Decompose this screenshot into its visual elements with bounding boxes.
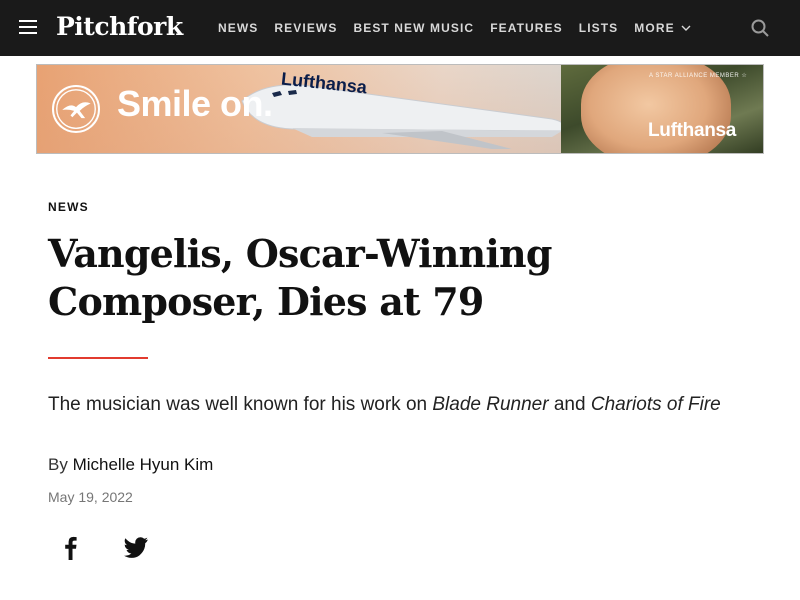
- crane-logo-icon: [52, 85, 100, 133]
- nav-item-reviews[interactable]: REVIEWS: [274, 21, 337, 35]
- facebook-icon[interactable]: [57, 533, 85, 561]
- ad-brand-wordmark: Lufthansa: [648, 120, 737, 141]
- byline: By Michelle Hyun Kim: [48, 455, 213, 475]
- article-dek: The musician was well known for his work…: [48, 394, 721, 416]
- nav-item-features[interactable]: FEATURES: [490, 21, 563, 35]
- ad-alliance-text: A STAR ALLIANCE MEMBER ☆: [649, 73, 748, 79]
- menu-icon[interactable]: [19, 20, 37, 36]
- site-logo[interactable]: Pitchfork: [56, 10, 183, 44]
- top-nav-bar: Pitchfork NEWS REVIEWS BEST NEW MUSIC FE…: [0, 0, 800, 56]
- nav-item-news[interactable]: NEWS: [218, 21, 258, 35]
- nav-item-more[interactable]: MORE: [634, 21, 691, 35]
- headline-divider: [48, 357, 148, 359]
- dek-title-blade-runner: Blade Runner: [432, 394, 549, 415]
- main-nav: NEWS REVIEWS BEST NEW MUSIC FEATURES LIS…: [218, 0, 707, 56]
- nav-item-lists[interactable]: LISTS: [579, 21, 619, 35]
- ad-headline: Smile on.: [117, 83, 273, 124]
- nav-item-best-new-music[interactable]: BEST NEW MUSIC: [353, 21, 474, 35]
- publish-date: May 19, 2022: [48, 489, 133, 505]
- nav-more-label: MORE: [634, 21, 675, 35]
- article-headline: Vangelis, Oscar-Winning Composer, Dies a…: [48, 231, 552, 324]
- ad-photo: A STAR ALLIANCE MEMBER ☆ Lufthansa: [561, 65, 763, 153]
- byline-prefix: By: [48, 455, 73, 474]
- dek-title-chariots-of-fire: Chariots of Fire: [590, 394, 721, 415]
- twitter-icon[interactable]: [122, 533, 150, 561]
- author-link[interactable]: Michelle Hyun Kim: [73, 455, 214, 474]
- article-category[interactable]: NEWS: [48, 200, 89, 214]
- search-icon[interactable]: [751, 19, 769, 37]
- ad-banner[interactable]: Lufthansa Smile on. A STAR ALLIANCE MEMB…: [36, 64, 764, 154]
- chevron-down-icon: [681, 25, 691, 31]
- dek-text-prefix: The musician was well known for his work…: [48, 394, 433, 415]
- dek-text-middle: and: [548, 394, 591, 415]
